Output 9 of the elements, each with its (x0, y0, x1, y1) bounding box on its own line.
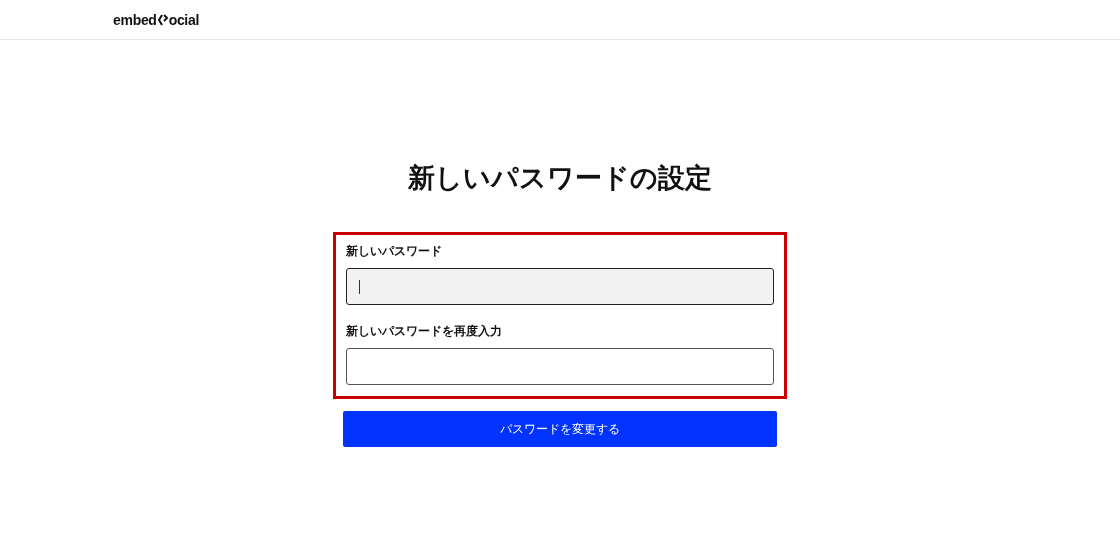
change-password-button[interactable]: パスワードを変更する (343, 411, 777, 447)
field-label: 新しいパスワード (346, 243, 443, 260)
bracket-icon (157, 13, 168, 26)
password-field[interactable] (346, 348, 774, 385)
logo-text: embed (113, 11, 157, 28)
page-title: 新しいパスワードの設定 (408, 161, 712, 195)
field-label: 新しいパスワードを再度入力 (346, 323, 503, 340)
password-field[interactable] (346, 268, 774, 305)
logo-text: ocial (168, 11, 200, 28)
